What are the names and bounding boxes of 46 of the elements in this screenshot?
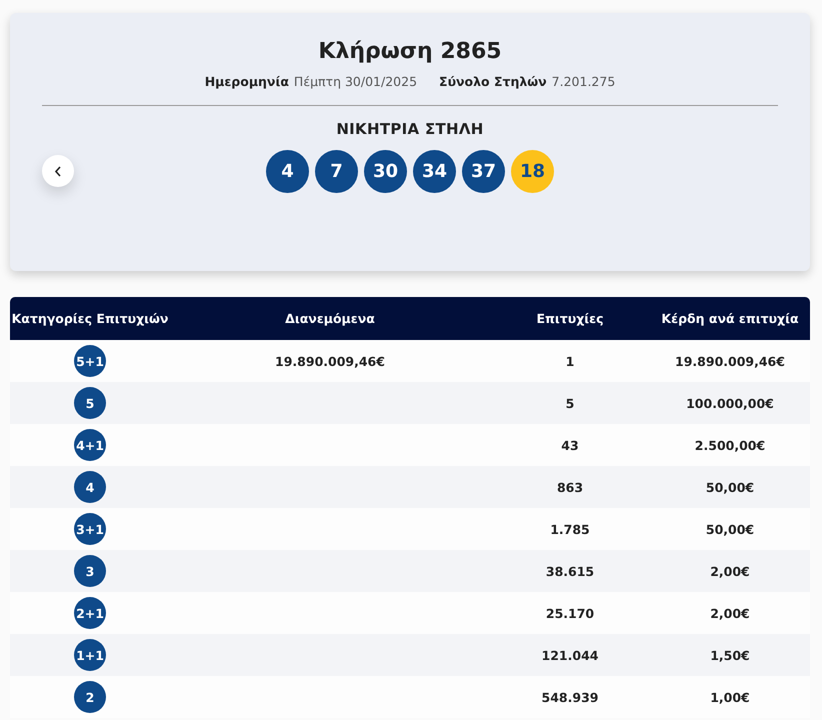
previous-button[interactable]: [42, 155, 74, 187]
bonus-ball: 18: [511, 150, 554, 193]
prize-amount: 19.890.009,46€: [675, 354, 785, 368]
number-ball: 4: [266, 150, 309, 193]
prize-amount: 2,00€: [710, 564, 750, 578]
category-badge: 3+1: [74, 513, 106, 545]
prize-amount: 100.000,00€: [686, 396, 774, 410]
prize-amount: 50,00€: [706, 522, 754, 536]
date-value: Πέμπτη 30/01/2025: [294, 74, 418, 89]
category-badge: 2+1: [74, 597, 106, 629]
winners-count: 5: [566, 396, 574, 410]
total-value: 7.201.275: [552, 74, 616, 89]
prize-amount: 2.500,00€: [694, 438, 766, 452]
column-header: Κατηγορίες Επιτυχιών: [12, 311, 168, 326]
category-badge: 4: [74, 471, 106, 503]
total-label: Σύνολο Στηλών: [439, 74, 547, 89]
winners-count: 548.939: [542, 690, 598, 704]
prize-amount: 1,00€: [710, 690, 750, 704]
winners-count: 43: [561, 438, 579, 452]
number-ball: 30: [364, 150, 407, 193]
winners-count: 1.785: [550, 522, 590, 536]
date-label: Ημερομηνία: [204, 74, 289, 89]
prize-amount: 50,00€: [706, 480, 754, 494]
winners-count: 863: [556, 480, 584, 494]
category-badge: 5: [74, 387, 106, 419]
winning-column-heading: ΝΙΚΗΤΡΙΑ ΣΤΗΛΗ: [336, 120, 484, 138]
category-badge: 3: [74, 555, 106, 587]
category-badge: 2: [74, 681, 106, 713]
prize-amount: 2,00€: [710, 606, 750, 620]
chevron-left-icon: [54, 166, 62, 176]
winners-count: 121.044: [542, 648, 598, 662]
column-header: Κέρδη ανά επιτυχία: [661, 311, 799, 326]
category-badge: 5+1: [74, 345, 106, 377]
prize-amount: 1,50€: [710, 648, 750, 662]
number-ball: 34: [413, 150, 456, 193]
column-header: Διανεμόμενα: [285, 311, 375, 326]
category-badge: 1+1: [74, 639, 106, 671]
number-ball: 7: [315, 150, 358, 193]
winners-count: 38.615: [546, 564, 594, 578]
draw-title: Κλήρωση 2865: [318, 39, 502, 64]
winners-count: 25.170: [546, 606, 594, 620]
winners-count: 1: [566, 354, 574, 368]
number-ball: 37: [462, 150, 505, 193]
column-header: Επιτυχίες: [536, 311, 604, 326]
category-badge: 4+1: [74, 429, 106, 461]
distributed-amount: 19.890.009,46€: [275, 354, 385, 368]
